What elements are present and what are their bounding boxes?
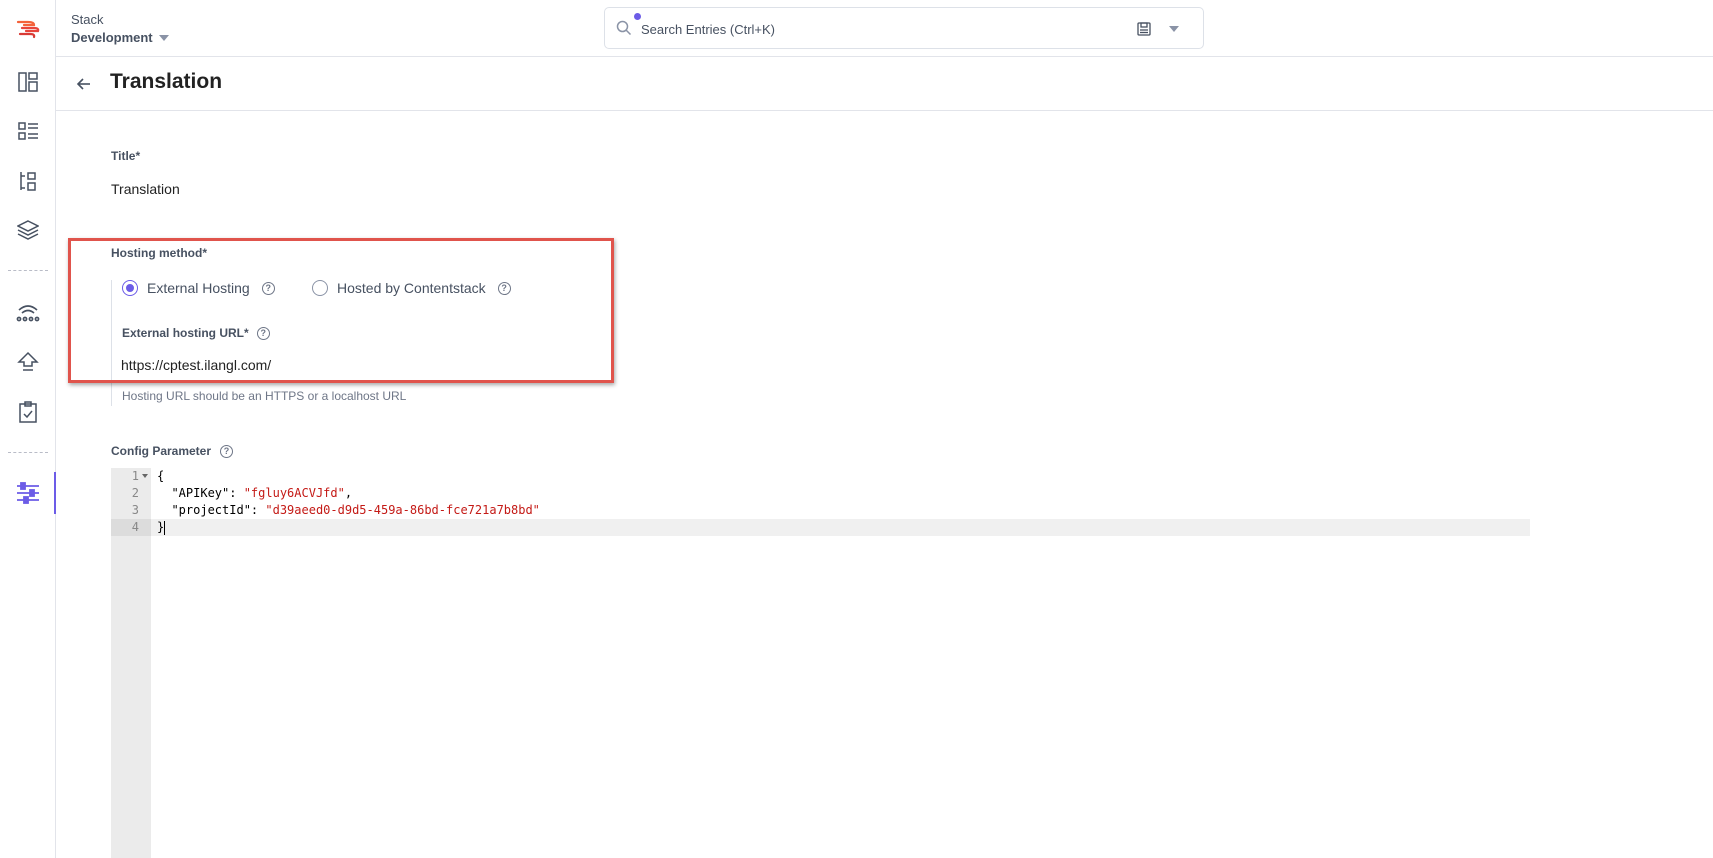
left-nav-rail [0, 0, 56, 858]
code-line: "projectId": "d39aeed0-d9d5-459a-86bd-fc… [157, 503, 540, 517]
radio-label: Hosted by Contentstack [337, 280, 486, 296]
external-hosting-url-input[interactable] [121, 353, 601, 377]
stack-label: Stack [71, 12, 104, 27]
line-number: 4 [131, 520, 139, 534]
hosting-url-hint: Hosting URL should be an HTTPS or a loca… [122, 389, 407, 403]
line-number: 1 [131, 469, 139, 483]
publish-queue-icon[interactable] [13, 347, 43, 377]
radio-selected-indicator [122, 280, 138, 296]
notification-dot [634, 13, 641, 20]
search-bar[interactable] [604, 7, 1204, 49]
stack-name: Development [71, 30, 153, 45]
contentstack-logo[interactable] [14, 14, 42, 42]
hosting-method-label: Hosting method* [111, 246, 207, 260]
editor-gutter: 1 2 3 4 [111, 468, 151, 858]
nav-divider [8, 452, 48, 453]
settings-icon[interactable] [13, 478, 43, 508]
radio-label: External Hosting [147, 280, 250, 296]
page-title: Translation [110, 70, 223, 93]
editor-code-area[interactable]: { "APIKey": "fgluy6ACVJfd", "projectId":… [151, 468, 1530, 858]
nav-divider [8, 270, 48, 271]
search-input[interactable] [641, 18, 1121, 40]
stack-selector[interactable]: Development [71, 30, 169, 45]
help-icon[interactable]: ? [220, 444, 234, 458]
saved-search-icon[interactable] [1136, 21, 1152, 37]
releases-icon[interactable] [13, 297, 43, 327]
fold-toggle-icon[interactable] [142, 474, 148, 478]
content-models-icon[interactable] [13, 166, 43, 196]
radio-external-hosting[interactable]: External Hosting ? [122, 280, 275, 296]
hosting-group-line [111, 280, 112, 406]
title-field[interactable]: Translation [111, 181, 180, 197]
dashboard-icon[interactable] [13, 67, 43, 97]
help-icon[interactable]: ? [497, 281, 511, 295]
radio-unselected-indicator [312, 280, 328, 296]
title-label: Title* [111, 149, 141, 163]
external-hosting-url-label: External hosting URL* [122, 326, 249, 340]
code-line: { [157, 469, 165, 483]
entries-list-icon[interactable] [13, 116, 43, 146]
line-number: 3 [131, 503, 139, 517]
active-line [151, 519, 1530, 536]
code-line: } [157, 520, 166, 535]
external-hosting-url-label-row: External hosting URL* ? [122, 326, 270, 340]
line-number: 2 [131, 486, 139, 500]
assets-layers-icon[interactable] [13, 215, 43, 245]
search-icon [616, 20, 632, 36]
help-icon[interactable]: ? [256, 326, 270, 340]
config-code-editor[interactable]: 1 2 3 4 { "APIKey": "fgluy6ACVJfd", "pro… [111, 468, 1530, 858]
code-line: "APIKey": "fgluy6ACVJfd", [157, 486, 353, 500]
text-cursor [164, 520, 166, 535]
radio-hosted-by-contentstack[interactable]: Hosted by Contentstack ? [312, 280, 511, 296]
help-icon[interactable]: ? [261, 281, 275, 295]
search-options-dropdown[interactable] [1169, 26, 1179, 32]
active-nav-indicator [54, 472, 56, 514]
page-title-bar: Translation [56, 57, 1713, 111]
config-parameter-label-row: Config Parameter ? [111, 444, 234, 458]
tasks-icon[interactable] [13, 397, 43, 427]
config-parameter-label: Config Parameter [111, 444, 212, 458]
back-arrow-icon[interactable] [74, 74, 94, 94]
chevron-down-icon [158, 35, 169, 41]
